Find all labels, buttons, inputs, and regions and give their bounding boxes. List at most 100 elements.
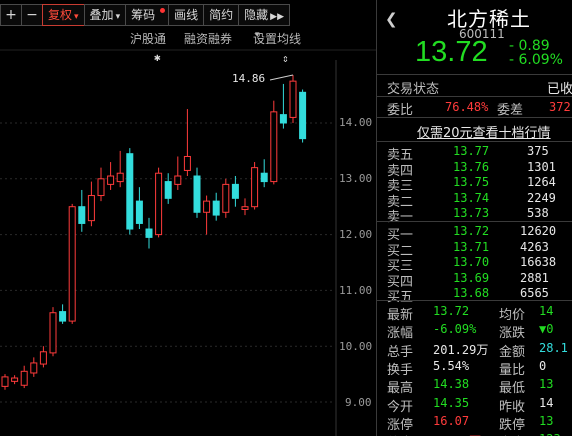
stat-label: 最新 [387,308,414,323]
candle-body [1,376,9,387]
level-volume: 4263 [520,239,549,254]
candle[interactable] [145,217,153,249]
level-volume: 1264 [527,175,556,189]
stat-label: 涨幅 [387,326,414,342]
candle[interactable] [1,374,9,390]
stat-value: 28.1 [539,340,568,355]
candle[interactable] [155,167,163,238]
chevron-down-icon: ▾ [115,12,121,22]
divider [377,74,572,75]
candle[interactable] [30,357,38,377]
more-arrows-icon: ▶▶ [270,12,284,22]
draw-line-button[interactable]: 画线 [168,4,205,26]
candle[interactable] [251,162,259,210]
candle[interactable] [39,346,47,368]
candle[interactable] [241,198,249,216]
candle[interactable] [299,89,307,143]
stats-row: 最高 14.38 最低 13 [377,376,572,397]
stat-label: 量比 [499,362,526,378]
candle-body [155,172,163,236]
candle-body [270,111,278,183]
notification-dot-icon [160,8,166,13]
candle[interactable] [49,307,57,357]
candle[interactable] [279,83,287,129]
candle[interactable] [260,159,268,188]
stat-label: 最高 [387,381,414,397]
candle-body [107,175,115,185]
stat-label: 最低 [499,381,526,397]
candle-body [222,183,230,213]
stat-value: 13.72 [433,304,470,318]
candle[interactable] [126,148,134,235]
y-tick-label: 9.00 [345,396,372,409]
chips-button[interactable]: 筹码 [125,4,170,26]
hgt-link[interactable]: 沪股通 [130,30,166,47]
candle[interactable] [222,178,230,218]
stat-value: 123. [539,432,568,436]
candle[interactable] [68,203,76,324]
back-arrow-icon[interactable]: ❮ [385,10,398,28]
candle[interactable] [135,187,143,230]
candle[interactable] [212,192,220,221]
candle[interactable] [97,167,105,202]
candle-body [78,206,86,224]
trade-status-row: 交易状态 已收 [377,77,572,97]
price-change-percent: - 6.09% [509,52,563,68]
candle[interactable] [11,375,19,385]
candlestick-chart[interactable] [0,0,376,436]
candle-body [241,206,249,210]
candle[interactable] [87,181,95,227]
stat-value: -6.09% [433,322,477,337]
level-price: 13.74 [453,190,490,205]
stat-label: 今开 [387,399,414,415]
order-ratio-row: 委比 76.48% 委差 372 [377,98,572,118]
hide-button-label: 隐藏 [244,8,269,22]
level-volume: 6565 [520,286,549,300]
stat-label: 跌停 [499,417,526,433]
event-star-icon[interactable]: ✱ [154,51,161,64]
level-volume: 538 [527,206,549,220]
candle[interactable] [107,162,115,190]
margin-trading-link[interactable]: 融资融券 [184,30,232,47]
stat-value: 14 [539,395,554,410]
ma-settings-label: 设置均线 [253,32,302,46]
high-annotation-arrow [269,74,294,81]
high-price-annotation: 14.86 [232,72,266,85]
candle[interactable] [174,156,182,190]
adjust-button[interactable]: 复权 ▾ [42,4,85,26]
chevron-down-icon: ▾ [255,30,260,40]
candle-body [97,178,105,197]
candle[interactable] [193,167,201,218]
simple-button[interactable]: 简约 [203,4,240,26]
candle[interactable] [203,195,211,235]
candle[interactable] [270,100,278,185]
ten-level-upgrade-link[interactable]: 仅需20元查看十档行情 [417,122,551,141]
candle[interactable] [78,189,86,232]
zoom-out-button[interactable]: − [21,4,43,26]
candle[interactable] [116,150,124,188]
y-tick-label: 10.00 [339,340,373,353]
stat-label: 均价 [499,308,526,323]
y-tick-label: 12.00 [339,228,373,241]
hide-button[interactable]: 隐藏 ▶▶ [238,4,290,26]
kline-chart-pane[interactable]: + − 复权 ▾ 叠加 ▾ 筹码 画线 简约 隐藏 ▶▶ 沪股通 融资融券 设置均线 ▾… [0,0,376,436]
candle[interactable] [183,109,191,177]
overlay-button[interactable]: 叠加 ▾ [83,4,127,26]
last-price: 13.72 [415,36,488,68]
candle-body [203,200,211,213]
level-price: 13.70 [453,255,490,269]
candle[interactable] [164,173,172,204]
candle[interactable] [59,304,67,324]
candle[interactable] [20,365,28,389]
stats-row: 今开 14.35 昨收 14 [377,395,572,415]
stat-value: 13 [539,413,554,428]
updown-marker-icon[interactable]: ⇕ [282,52,289,65]
status-value: 已收 [547,82,572,97]
zoom-in-button[interactable]: + [0,4,22,26]
level-volume: 1301 [527,159,556,174]
level-price: 13.76 [453,159,490,174]
candle[interactable] [289,75,297,123]
candle-body [68,206,76,322]
candle[interactable] [231,176,239,207]
quote-panel: ❮ 北方稀土 600111 13.72 - 0.89 - 6.09% 交易状态 … [376,0,572,436]
